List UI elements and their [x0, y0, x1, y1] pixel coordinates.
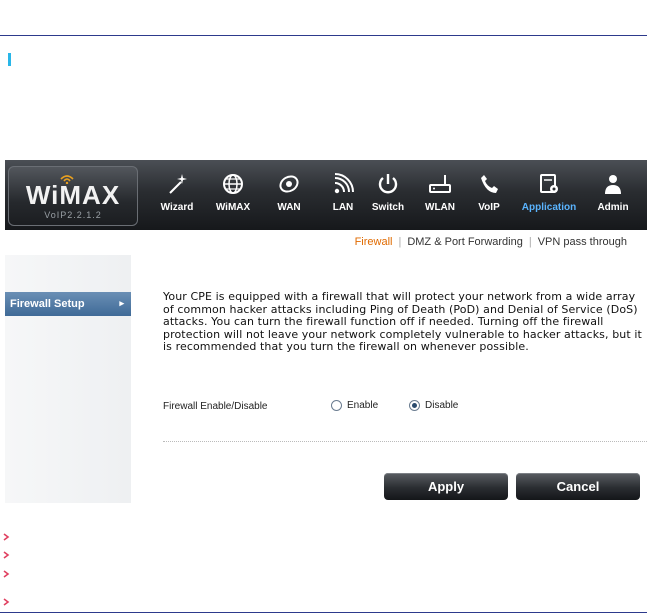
apply-button[interactable]: Apply	[384, 473, 508, 500]
nav-label-application: Application	[521, 202, 577, 213]
nav-item-wimax[interactable]: WiMAX	[204, 160, 262, 230]
bottom-rule	[0, 612, 647, 613]
router-ui-screenshot: WiMAX VoIP2.2.1.2 Wizard WiMAX WAN LAN S…	[5, 160, 647, 503]
subnav-firewall[interactable]: Firewall	[355, 236, 393, 248]
signal-icon	[334, 173, 354, 194]
bullet-arrow-icon	[3, 533, 11, 541]
enable-label: Enable	[347, 400, 379, 412]
wan-icon	[279, 175, 299, 193]
nav-item-wizard[interactable]: Wizard	[148, 160, 206, 230]
nav-label-wimax: WiMAX	[215, 202, 251, 213]
top-navigation-bar: WiMAX VoIP2.2.1.2 Wizard WiMAX WAN LAN S…	[5, 160, 647, 230]
nav-label-switch: Switch	[371, 202, 405, 213]
power-icon	[378, 174, 398, 194]
radio-circle-checked	[409, 400, 420, 411]
radio-circle	[331, 400, 342, 411]
application-icon	[540, 174, 558, 193]
nav-label-wan: WAN	[277, 202, 301, 213]
firewall-enable-radio[interactable]: Enable	[331, 400, 378, 411]
globe-icon	[223, 174, 243, 194]
nav-item-admin[interactable]: Admin	[584, 160, 642, 230]
nav-label-wizard: Wizard	[160, 202, 194, 213]
nav-item-wan[interactable]: WAN	[260, 160, 318, 230]
dotted-divider	[163, 441, 647, 442]
top-rule	[0, 35, 647, 36]
subnav-dmz-port-forwarding[interactable]: DMZ & Port Forwarding	[407, 236, 523, 248]
firmware-version: VoIP2.2.1.2	[44, 210, 102, 220]
sub-navigation: Firewall | DMZ & Port Forwarding | VPN pass …	[355, 236, 627, 248]
sidebar-item-label: Firewall Setup	[10, 298, 85, 310]
cancel-button[interactable]: Cancel	[516, 473, 640, 500]
subnav-separator: |	[398, 236, 402, 248]
bullet-arrow-icon	[3, 570, 11, 578]
firewall-disable-radio[interactable]: Disable	[409, 400, 458, 411]
subnav-vpn-pass-through[interactable]: VPN pass through	[538, 236, 627, 248]
firewall-toggle-label: Firewall Enable/Disable	[163, 401, 268, 412]
bullet-arrow-icon	[3, 551, 11, 559]
bullet-arrow-icon	[3, 598, 11, 606]
subnav-separator: |	[528, 236, 532, 248]
disable-label: Disable	[425, 400, 459, 412]
user-icon	[605, 175, 621, 194]
section-marker	[8, 53, 11, 66]
sidebar-item-firewall-setup[interactable]: Firewall Setup ▸	[5, 292, 131, 316]
chevron-right-icon: ▸	[119, 298, 124, 308]
nav-label-voip: VoIP	[478, 202, 500, 213]
nav-item-application[interactable]: Application	[520, 160, 578, 230]
nav-label-admin: Admin	[597, 202, 629, 213]
brand-name: WiMAX	[25, 180, 121, 210]
nav-item-switch[interactable]: Switch	[359, 160, 417, 230]
phone-icon	[481, 175, 498, 193]
nav-item-voip[interactable]: VoIP	[460, 160, 518, 230]
firewall-description: Your CPE is equipped with a firewall tha…	[163, 290, 642, 353]
router-icon	[429, 175, 451, 193]
wand-icon	[169, 174, 187, 194]
wimax-logo: WiMAX VoIP2.2.1.2	[8, 166, 138, 226]
